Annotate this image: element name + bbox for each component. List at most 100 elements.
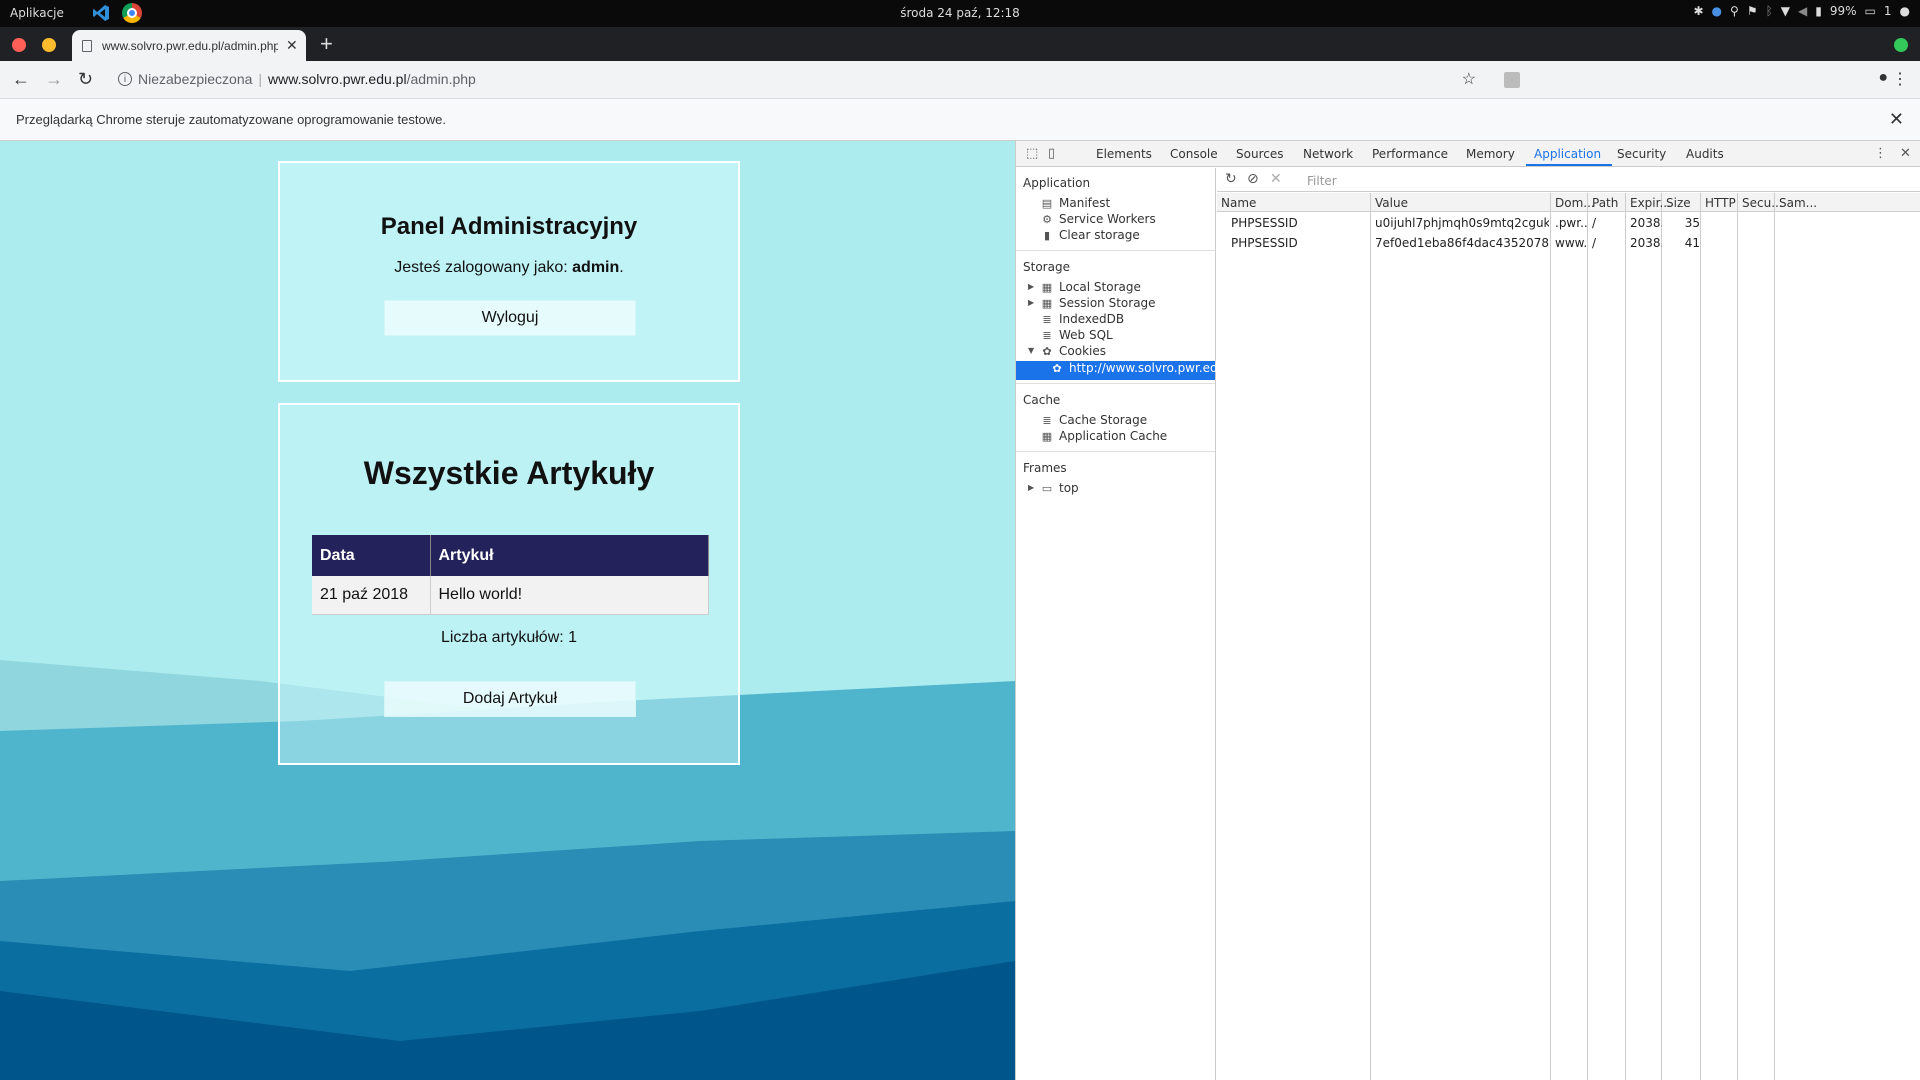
cookie-value[interactable]: u0ijuhl7phjmqh0s9mtq2cguk5 <box>1375 216 1549 230</box>
address-bar[interactable]: i Niezabezpieczona | www.solvro.pwr.edu.… <box>118 71 476 87</box>
bluetooth-icon[interactable]: ᛒ <box>1766 4 1773 18</box>
tab-audits[interactable]: Audits <box>1686 147 1724 161</box>
sidebar-item-cookies[interactable]: ✿ Cookies <box>1040 344 1106 358</box>
volume-icon[interactable]: ◀ <box>1798 4 1807 18</box>
tab-sources[interactable]: Sources <box>1236 147 1283 161</box>
column-header-samesite[interactable]: Sam... <box>1779 196 1817 210</box>
sidebar-item-service-workers[interactable]: ⚙ Service Workers <box>1040 212 1156 226</box>
url-host: www.solvro.pwr.edu.pl <box>268 71 407 87</box>
minimize-window-icon[interactable] <box>42 38 56 52</box>
battery-icon[interactable]: ▮ <box>1815 4 1822 18</box>
column-header-name[interactable]: Name <box>1221 196 1256 210</box>
column-divider <box>1588 193 1626 1080</box>
articles-card: Wszystkie Artykuły Data Artykuł 21 paź 2… <box>278 403 740 765</box>
logout-button[interactable]: Wyloguj <box>384 300 636 336</box>
back-icon[interactable]: ← <box>12 69 30 90</box>
security-label[interactable]: Niezabezpieczona <box>138 71 252 87</box>
close-infobar-icon[interactable]: ✕ <box>1889 109 1904 130</box>
extension-icon[interactable] <box>1504 72 1520 88</box>
collapse-arrow-icon[interactable]: ▼ <box>1028 346 1034 355</box>
clock[interactable]: środa 24 paź, 12:18 <box>0 6 1920 20</box>
menu-dots-icon[interactable]: ⋮ <box>1892 69 1908 89</box>
expand-arrow-icon[interactable]: ▶ <box>1028 282 1034 291</box>
paperclip-icon[interactable]: ⚲ <box>1730 4 1739 18</box>
cookie-path[interactable]: / <box>1592 236 1596 250</box>
column-divider <box>1626 193 1662 1080</box>
sidebar-item-websql[interactable]: ≣ Web SQL <box>1040 328 1112 342</box>
column-header-http[interactable]: HTTP <box>1705 196 1736 210</box>
clear-all-icon[interactable]: ⊘ <box>1247 171 1259 187</box>
column-header-secure[interactable]: Secu... <box>1742 196 1783 210</box>
tab-elements[interactable]: Elements <box>1096 147 1152 161</box>
forward-icon[interactable]: → <box>45 69 63 90</box>
sidebar-item-frame-top[interactable]: ▭ top <box>1040 481 1079 495</box>
articles-count: Liczba artykułów: 1 <box>440 629 578 646</box>
tab-security[interactable]: Security <box>1617 147 1666 161</box>
add-article-button[interactable]: Dodaj Artykuł <box>384 681 636 717</box>
tab-performance[interactable]: Performance <box>1372 147 1448 161</box>
cookie-domain[interactable]: .pwr.... <box>1555 216 1587 230</box>
tab-strip: www.solvro.pwr.edu.pl/admin.php ✕ + <box>0 27 1920 61</box>
column-header-expires[interactable]: Expir... <box>1630 196 1671 210</box>
sidebar-item-application-cache[interactable]: ▦ Application Cache <box>1040 429 1167 443</box>
bookmark-star-icon[interactable]: ☆ <box>1462 69 1476 89</box>
close-window-icon[interactable] <box>12 38 26 52</box>
sidebar-item-clear-storage[interactable]: ▮ Clear storage <box>1040 228 1140 242</box>
new-tab-icon[interactable]: + <box>320 31 333 57</box>
maximize-window-icon[interactable] <box>1894 38 1908 52</box>
device-toolbar-icon[interactable]: ▯ <box>1048 146 1055 161</box>
sidebar-item-indexeddb[interactable]: ≣ IndexedDB <box>1040 312 1124 326</box>
column-header-path[interactable]: Path <box>1592 196 1618 210</box>
sidebar-item-local-storage[interactable]: ▦ Local Storage <box>1040 280 1141 294</box>
sidebar-item-manifest[interactable]: ▤ Manifest <box>1040 196 1110 210</box>
wifi-icon[interactable]: ▼ <box>1781 4 1790 18</box>
profile-icon[interactable]: ● <box>1878 69 1888 87</box>
tab-memory[interactable]: Memory <box>1466 147 1515 161</box>
cookie-name[interactable]: PHPSESSID <box>1231 216 1298 230</box>
column-header-size[interactable]: Size <box>1666 196 1691 210</box>
column-divider <box>1371 193 1551 1080</box>
cookie-domain[interactable]: www.... <box>1555 236 1587 250</box>
section-storage: Storage <box>1023 260 1070 274</box>
filter-input[interactable]: Filter <box>1303 172 1613 189</box>
reload-icon[interactable]: ↻ <box>78 69 93 90</box>
article-title[interactable]: Hello world! <box>430 576 709 615</box>
tab-console[interactable]: Console <box>1170 147 1218 161</box>
chat-icon[interactable]: ● <box>1712 4 1722 18</box>
close-devtools-icon[interactable]: ✕ <box>1900 146 1911 161</box>
cookie-expires[interactable]: 2038... <box>1630 236 1662 250</box>
cookie-expires[interactable]: 2038... <box>1630 216 1662 230</box>
inspect-element-icon[interactable]: ⬚ <box>1026 146 1038 161</box>
location-icon[interactable]: ⚑ <box>1747 4 1758 18</box>
cookie-size[interactable]: 35 <box>1666 216 1700 230</box>
tab-application[interactable]: Application <box>1534 147 1601 161</box>
user-icon[interactable]: ● <box>1900 4 1910 18</box>
database-icon: ≣ <box>1042 312 1052 326</box>
expand-arrow-icon[interactable]: ▶ <box>1028 298 1034 307</box>
cookie-name[interactable]: PHPSESSID <box>1231 236 1298 250</box>
panel-title: Panel Administracyjny <box>380 213 638 240</box>
logged-in-prefix: Jesteś zalogowany jako: <box>394 259 573 276</box>
puzzle-icon[interactable]: ✱ <box>1693 4 1703 18</box>
os-top-bar: Aplikacje środa 24 paź, 12:18 ✱ ● ⚲ ⚑ ᛒ … <box>0 0 1920 27</box>
sidebar-item-cache-storage[interactable]: ≣ Cache Storage <box>1040 413 1147 427</box>
devtools-menu-icon[interactable]: ⋮ <box>1874 146 1887 161</box>
expand-arrow-icon[interactable]: ▶ <box>1028 483 1034 492</box>
sidebar-item-cookie-origin[interactable]: ✿ http://www.solvro.pwr.edu. <box>1050 361 1229 375</box>
column-header-article: Artykuł <box>430 535 709 576</box>
column-header-domain[interactable]: Dom... <box>1555 196 1595 210</box>
document-icon: ▤ <box>1041 196 1053 210</box>
browser-tab[interactable]: www.solvro.pwr.edu.pl/admin.php ✕ <box>72 30 306 61</box>
admin-panel-card: Panel Administracyjny Jesteś zalogowany … <box>278 161 740 382</box>
message-icon[interactable]: ▭ <box>1865 4 1876 18</box>
cookie-size[interactable]: 41 <box>1666 236 1700 250</box>
delete-selected-icon[interactable]: ✕ <box>1270 171 1282 187</box>
tab-network[interactable]: Network <box>1303 147 1353 161</box>
sidebar-item-session-storage[interactable]: ▦ Session Storage <box>1040 296 1156 310</box>
close-tab-icon[interactable]: ✕ <box>286 37 298 54</box>
cookie-value[interactable]: 7ef0ed1eba86f4dac4352078e47d59a1 <box>1375 236 1549 250</box>
info-icon[interactable]: i <box>118 72 132 86</box>
cookie-path[interactable]: / <box>1592 216 1596 230</box>
column-header-value[interactable]: Value <box>1375 196 1408 210</box>
refresh-icon[interactable]: ↻ <box>1225 171 1237 187</box>
